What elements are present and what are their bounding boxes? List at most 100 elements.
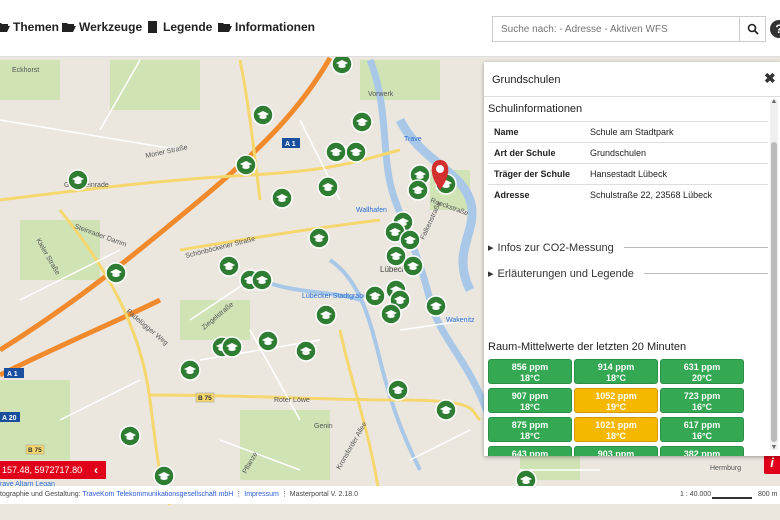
co2-temp: 18°C xyxy=(519,373,541,383)
co2-cell: 914 ppm 18°C xyxy=(574,359,658,384)
label-a20: A 20 xyxy=(2,415,17,422)
co2-cell: 643 ppm18°C xyxy=(488,446,572,456)
scroll-up-arrow[interactable]: ▲ xyxy=(770,98,778,105)
co2-cell: 856 ppm 18°C xyxy=(488,359,572,384)
help-icon[interactable]: ? xyxy=(770,20,780,38)
folder-open-icon xyxy=(218,23,232,32)
menu-legende[interactable]: Legende xyxy=(146,20,212,34)
room-averages-title: Raum-Mittelwerte der letzten 20 Minuten xyxy=(488,341,687,353)
co2-ppm: 1052 ppm xyxy=(595,391,637,401)
co2-ppm: 875 ppm xyxy=(511,420,549,430)
menu-themen-label: Themen xyxy=(13,20,60,34)
info-value: Schulstraße 22, 23568 Lübeck xyxy=(584,184,768,206)
graduation-cap-icon[interactable] xyxy=(153,465,175,487)
co2-ppm: 856 ppm xyxy=(511,362,549,372)
co2-ppm: 631 ppm xyxy=(683,362,721,372)
menu-themen[interactable]: Themen xyxy=(0,20,59,34)
graduation-cap-icon[interactable] xyxy=(351,111,373,133)
graduation-cap-icon[interactable] xyxy=(67,169,89,191)
co2-ppm: 1021 ppm xyxy=(595,420,637,430)
graduation-cap-icon[interactable] xyxy=(317,176,339,198)
panel-title: Grundschulen xyxy=(492,74,561,86)
co2-ppm: 907 ppm xyxy=(511,391,549,401)
label-hermburg: Hermburg xyxy=(710,465,741,472)
menu-legende-label: Legende xyxy=(163,20,213,34)
scroll-down-arrow[interactable]: ▼ xyxy=(770,444,778,451)
label-wakenitz: Wakenitz xyxy=(446,317,475,324)
co2-cell: 631 ppm 20°C xyxy=(660,359,744,384)
label-vorwerk: Vorwerk xyxy=(368,91,394,98)
label-eckhorst: Eckhorst xyxy=(12,67,39,74)
graduation-cap-icon[interactable] xyxy=(179,359,201,381)
footer-impressum-link[interactable]: Impressum xyxy=(244,491,279,498)
graduation-cap-icon[interactable] xyxy=(271,187,293,209)
graduation-cap-icon[interactable] xyxy=(308,227,330,249)
co2-cell: 617 ppm 16°C xyxy=(660,417,744,442)
co2-ppm: 617 ppm xyxy=(683,420,721,430)
co2-cell: 907 ppm 18°C xyxy=(488,388,572,413)
graduation-cap-icon[interactable] xyxy=(387,379,409,401)
graduation-cap-icon[interactable] xyxy=(325,141,347,163)
collapse-legend-label: Erläuterungen und Legende xyxy=(497,267,634,280)
graduation-cap-icon[interactable] xyxy=(235,154,257,176)
scale-label: 800 m xyxy=(758,491,778,498)
footer: tographie und Gestaltung: TraveKom Telek… xyxy=(0,486,780,504)
label-b75-left: B 75 xyxy=(28,447,42,454)
info-row: Adresse Schulstraße 22, 23568 Lübeck xyxy=(488,184,768,206)
close-icon[interactable]: ✖ xyxy=(764,70,776,87)
graduation-cap-icon[interactable] xyxy=(402,255,424,277)
graduation-cap-icon[interactable] xyxy=(315,304,337,326)
co2-cell: 1021 ppm 18°C xyxy=(574,417,658,442)
graduation-cap-icon[interactable] xyxy=(364,285,386,307)
graduation-cap-icon[interactable] xyxy=(407,179,429,201)
info-value: Hansestadt Lübeck xyxy=(584,163,768,185)
panel-content[interactable]: Schulinformationen Name Schule am Stadtpa… xyxy=(484,97,768,456)
collapse-co2-label: Infos zur CO2-Messung xyxy=(497,241,614,254)
collapse-legend-info[interactable]: ▸ Erläuterungen und Legende xyxy=(488,267,768,280)
co2-cell: 875 ppm 18°C xyxy=(488,417,572,442)
coordinate-toggle-button[interactable]: ‹ xyxy=(86,461,106,479)
graduation-cap-icon[interactable] xyxy=(257,330,279,352)
label-luebecker-stadtgraben: Lübecker Stadtgraben xyxy=(302,293,371,300)
co2-temp: 18°C xyxy=(519,431,541,441)
collapse-co2-info[interactable]: ▸ Infos zur CO2-Messung xyxy=(488,241,768,254)
co2-ppm: 903 ppm xyxy=(597,449,635,456)
scale-ratio: 1 : 40.000 xyxy=(680,491,712,498)
scrollbar-thumb[interactable] xyxy=(771,142,777,442)
co2-temp: 20°C xyxy=(691,373,713,383)
graduation-cap-icon[interactable] xyxy=(119,425,141,447)
graduation-cap-icon[interactable] xyxy=(251,269,273,291)
menu-informationen[interactable]: Informationen xyxy=(218,20,315,34)
graduation-cap-icon[interactable] xyxy=(435,399,457,421)
co2-temp: 18°C xyxy=(519,402,541,412)
co2-cell: 1052 ppm 19°C xyxy=(574,388,658,413)
graduation-cap-icon[interactable] xyxy=(425,295,447,317)
graduation-cap-icon[interactable] xyxy=(105,262,127,284)
label-roter-loewe: Roter Löwe xyxy=(274,397,310,404)
book-icon xyxy=(148,21,157,33)
graduation-cap-icon[interactable] xyxy=(380,303,402,325)
info-row: Träger der Schule Hansestadt Lübeck xyxy=(488,163,768,185)
graduation-cap-icon[interactable] xyxy=(252,104,274,126)
co2-cell: 723 ppm 16°C xyxy=(660,388,744,413)
graduation-cap-icon[interactable] xyxy=(295,340,317,362)
graduation-cap-icon[interactable] xyxy=(331,53,353,75)
graduation-cap-icon[interactable] xyxy=(345,141,367,163)
label-trave: Trave xyxy=(404,136,422,143)
label-a1-top: A 1 xyxy=(285,141,296,148)
graduation-cap-icon[interactable] xyxy=(221,336,243,358)
divider-line xyxy=(643,273,768,274)
search-input[interactable] xyxy=(492,16,740,42)
info-key: Art der Schule xyxy=(488,142,584,164)
menu-werkzeuge[interactable]: Werkzeuge xyxy=(62,20,142,34)
graduation-cap-icon[interactable] xyxy=(399,229,421,251)
footer-prefix: tographie und Gestaltung: xyxy=(0,491,81,498)
scale-bar xyxy=(712,497,752,499)
search-button[interactable] xyxy=(740,16,766,42)
co2-temp: 19°C xyxy=(605,402,627,412)
graduation-cap-icon[interactable] xyxy=(218,255,240,277)
footer-provider-link[interactable]: TraveKom Telekommunikationsgesellschaft … xyxy=(82,491,233,498)
co2-temp: 18°C xyxy=(605,373,627,383)
school-info-table: Name Schule am Stadtpark Art der Schule Gru… xyxy=(488,121,768,206)
co2-temp: 18°C xyxy=(605,431,627,441)
